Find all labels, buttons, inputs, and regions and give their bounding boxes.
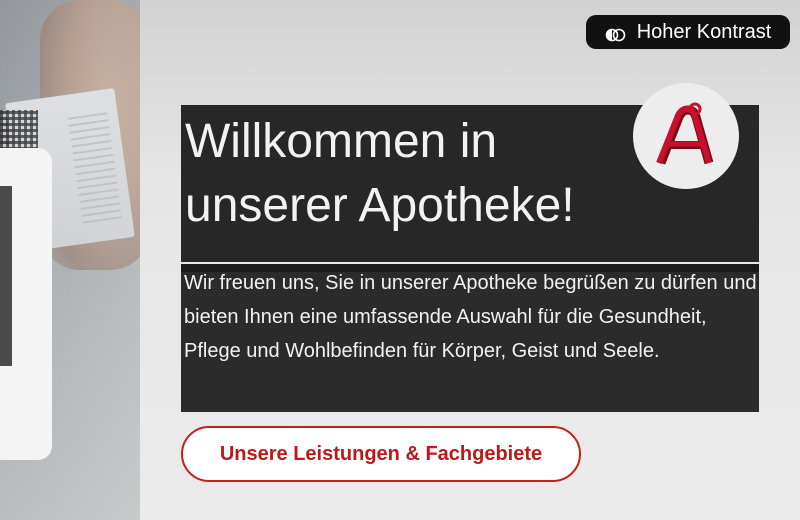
high-contrast-toggle[interactable]: Hoher Kontrast xyxy=(586,15,790,49)
contrast-icon xyxy=(605,25,627,42)
hero-photo xyxy=(0,0,140,520)
services-button[interactable]: Unsere Leistungen & Fachgebiete xyxy=(181,426,581,482)
page-title: Willkommen in unserer Apotheke! xyxy=(185,115,575,232)
high-contrast-label: Hoher Kontrast xyxy=(636,20,772,43)
hero-intro-text: Wir freuen uns, Sie in unserer Apotheke … xyxy=(184,272,757,362)
